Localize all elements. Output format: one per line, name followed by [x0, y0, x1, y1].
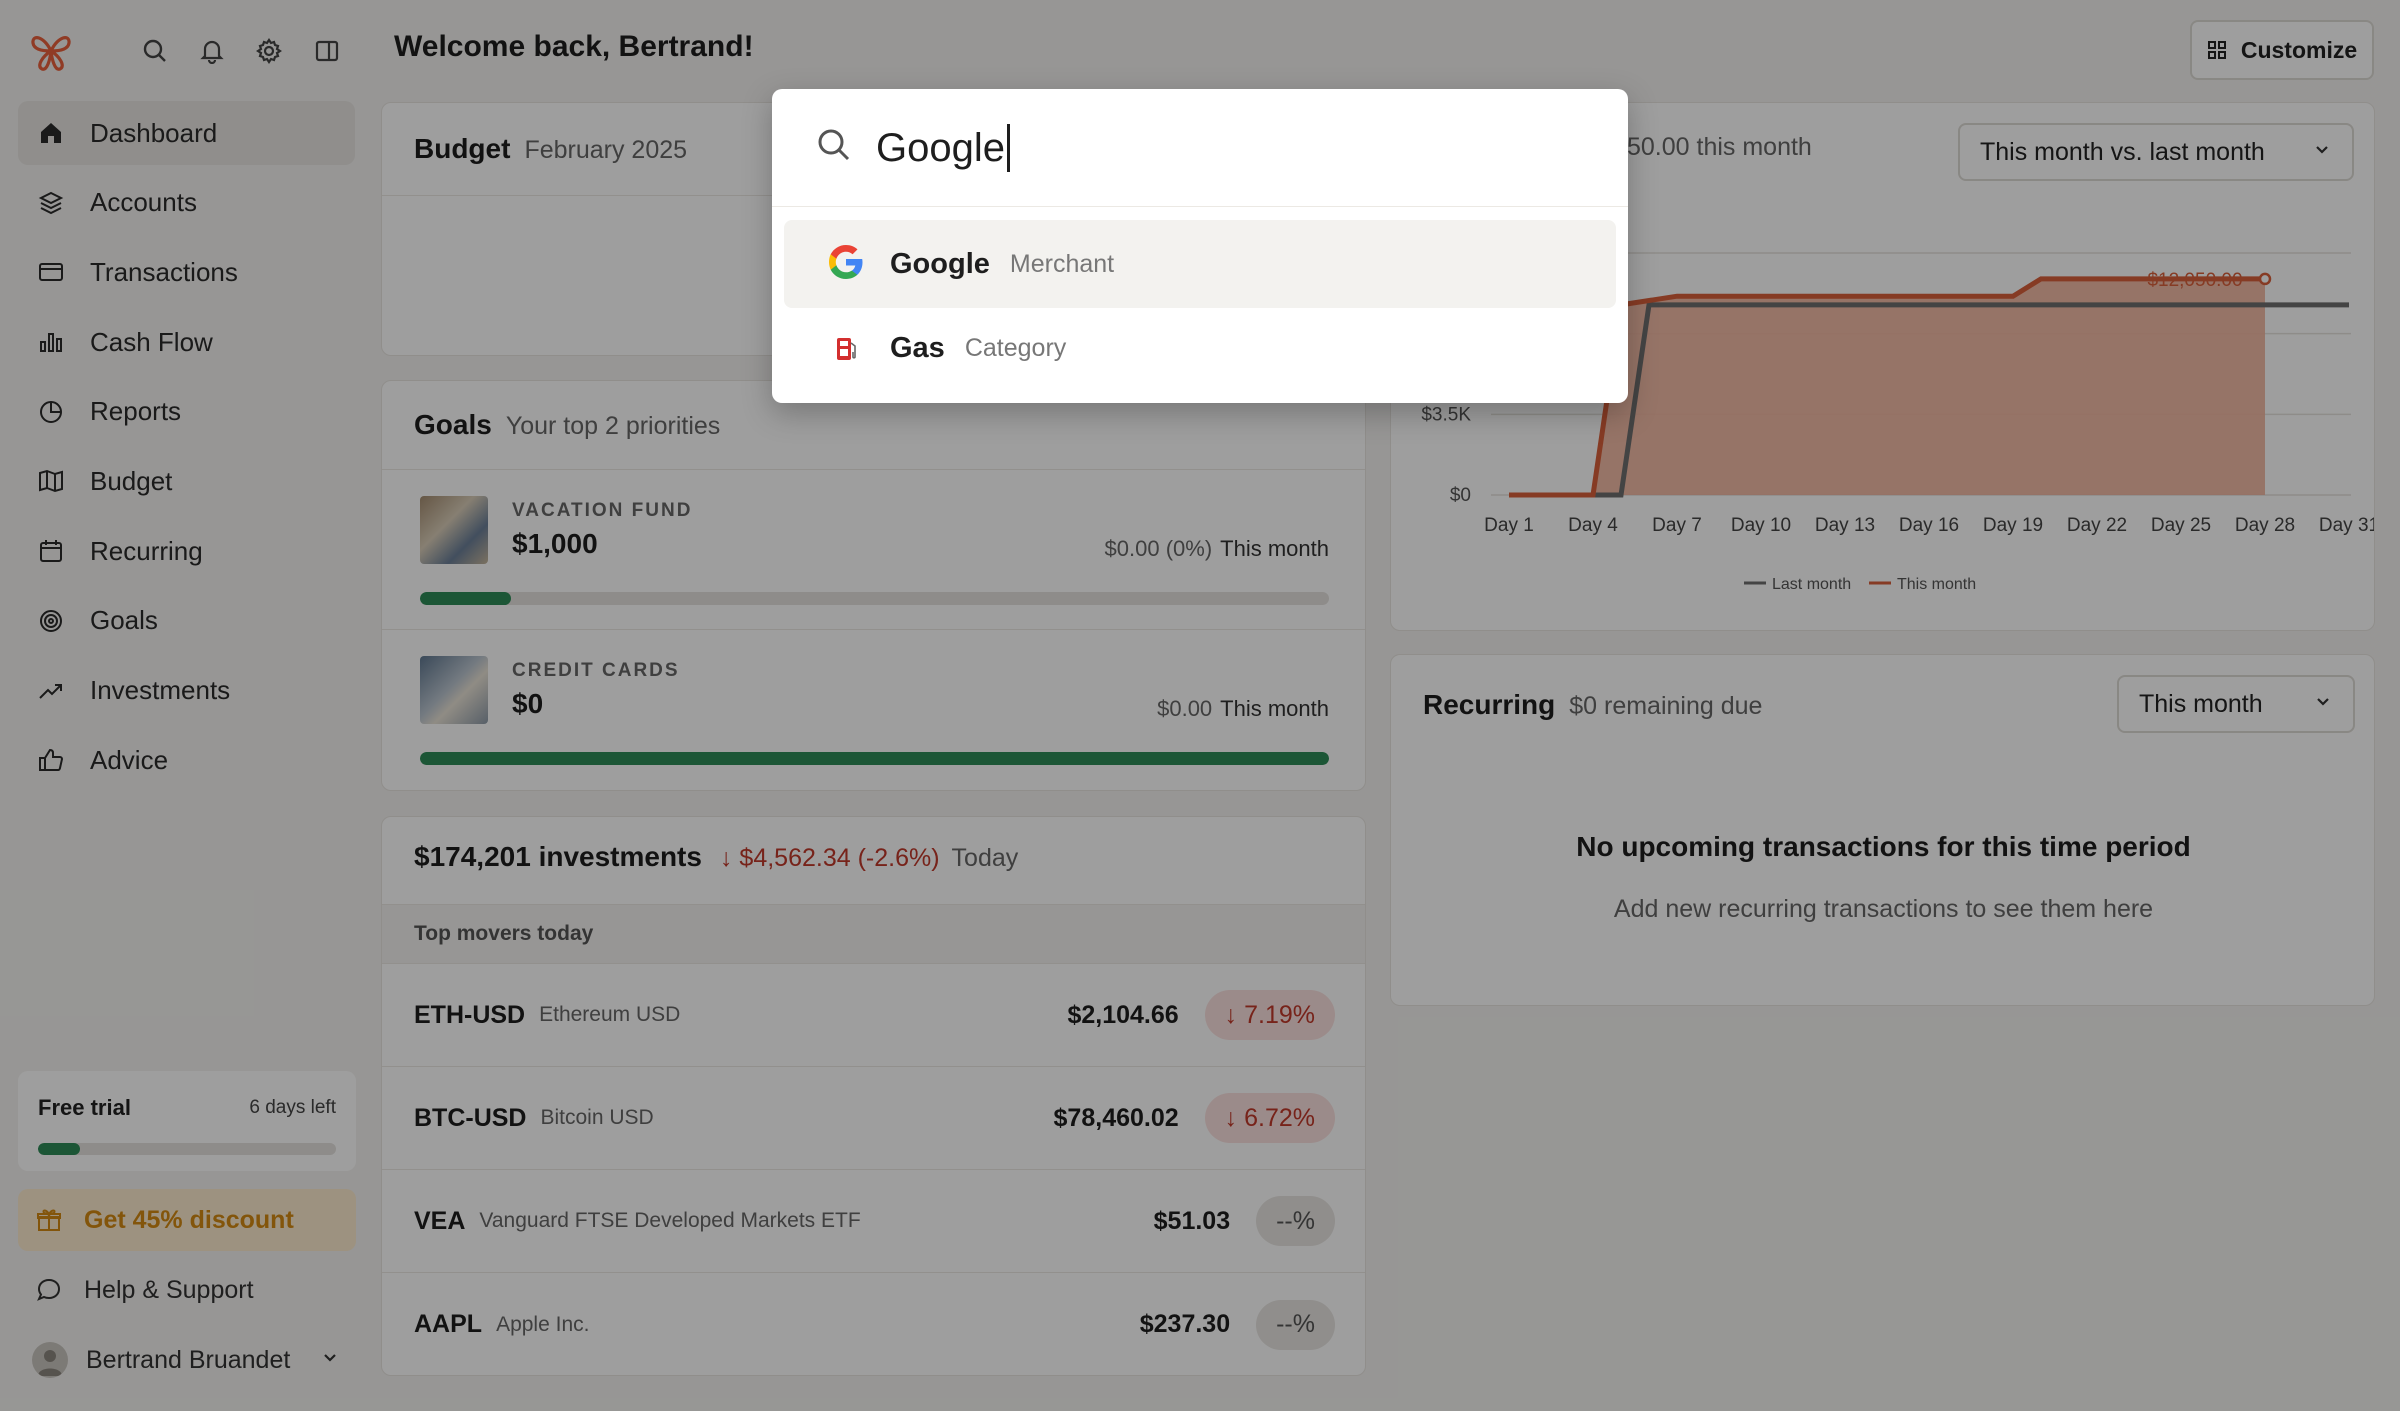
search-result-merchant[interactable]: Google Merchant	[784, 220, 1616, 308]
google-icon	[826, 242, 866, 287]
fuel-pump-icon	[826, 333, 866, 363]
search-icon	[816, 127, 852, 168]
result-name: Google	[890, 247, 990, 280]
result-name: Gas	[890, 331, 945, 364]
search-modal: Google Google Merchant Gas Category	[772, 89, 1628, 403]
result-type: Merchant	[1009, 249, 1115, 278]
result-type: Category	[964, 333, 1067, 362]
search-bar[interactable]: Google	[772, 89, 1628, 207]
search-input[interactable]: Google	[876, 123, 1010, 172]
search-result-category[interactable]: Gas Category	[784, 304, 1616, 392]
